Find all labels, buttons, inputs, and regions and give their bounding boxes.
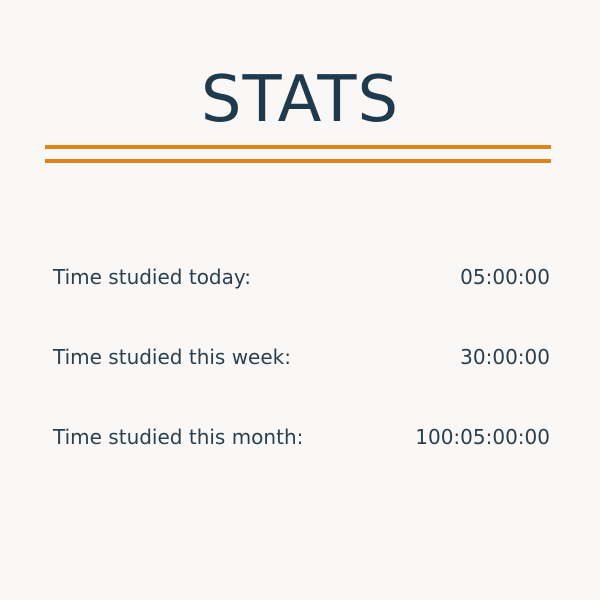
title-divider-top (45, 145, 551, 149)
stat-label-week: Time studied this week: (53, 345, 291, 369)
title-divider-bottom (45, 159, 551, 163)
stats-list: Time studied today: 05:00:00 Time studie… (53, 262, 550, 502)
stat-label-month: Time studied this month: (53, 425, 304, 449)
stat-row-week: Time studied this week: 30:00:00 (53, 342, 550, 372)
stat-row-month: Time studied this month: 100:05:00:00 (53, 422, 550, 452)
stat-row-today: Time studied today: 05:00:00 (53, 262, 550, 292)
page-title: STATS (200, 63, 400, 137)
stat-value-today: 05:00:00 (460, 265, 550, 289)
stat-label-today: Time studied today: (53, 265, 251, 289)
stat-value-month: 100:05:00:00 (415, 425, 550, 449)
stat-value-week: 30:00:00 (460, 345, 550, 369)
